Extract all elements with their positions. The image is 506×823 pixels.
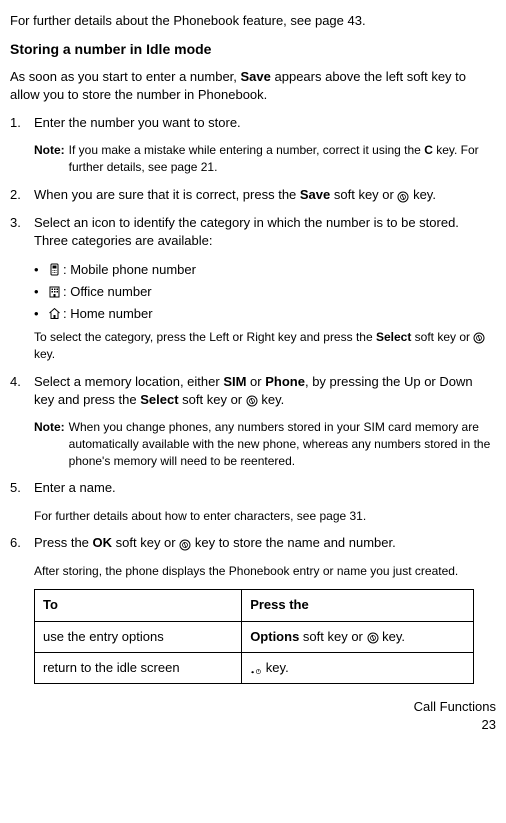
cell-text: key.	[262, 660, 289, 675]
table-cell: return to the idle screen	[35, 652, 242, 683]
i-key-icon	[397, 190, 409, 202]
step2-text-1: When you are sure that it is correct, pr…	[34, 187, 300, 202]
step-content: Enter the number you want to store.	[34, 114, 496, 132]
step-1: 1. Enter the number you want to store.	[10, 114, 496, 132]
note-body: If you make a mistake while entering a n…	[69, 142, 496, 176]
note-body: When you change phones, any numbers stor…	[69, 419, 496, 469]
bullet-home: • : Home number	[34, 305, 496, 323]
step4-bold-3: Select	[140, 392, 178, 407]
note-bold: C	[424, 143, 433, 157]
i-key-icon	[367, 631, 379, 643]
bullet-text: : Mobile phone number	[63, 261, 196, 279]
step-5: 5. Enter a name.	[10, 479, 496, 497]
select-text-1: To select the category, press the Left o…	[34, 330, 376, 344]
step4-text-5: key.	[258, 392, 285, 407]
office-building-icon	[48, 285, 61, 298]
section-heading: Storing a number in Idle mode	[10, 40, 496, 60]
note-label: Note:	[34, 419, 65, 469]
table-row: use the entry options Options soft key o…	[35, 621, 474, 652]
step-number: 2.	[10, 186, 34, 204]
bullet-marker: •	[34, 261, 48, 279]
select-instruction: To select the category, press the Left o…	[34, 329, 496, 363]
lead-bold: Save	[241, 69, 271, 84]
step-6: 6. Press the OK soft key or key to store…	[10, 534, 496, 552]
footer-page-number: 23	[10, 716, 496, 734]
step4-text-1: Select a memory location, either	[34, 374, 223, 389]
step-content: When you are sure that it is correct, pr…	[34, 186, 496, 204]
table-row: return to the idle screen key.	[35, 652, 474, 683]
table-cell: use the entry options	[35, 621, 242, 652]
step4-bold-1: SIM	[223, 374, 246, 389]
step-content: Select a memory location, either SIM or …	[34, 373, 496, 409]
note-1: Note: If you make a mistake while enteri…	[34, 142, 496, 176]
step4-bold-2: Phone	[265, 374, 305, 389]
end-call-icon	[250, 662, 262, 674]
step4-text-4: soft key or	[179, 392, 246, 407]
select-text-2: soft key or	[411, 330, 473, 344]
step-number: 6.	[10, 534, 34, 552]
cell-text-3: key.	[379, 629, 406, 644]
table-cell: Options soft key or key.	[242, 621, 474, 652]
home-icon	[48, 307, 61, 320]
step-2: 2. When you are sure that it is correct,…	[10, 186, 496, 204]
step6-text-2: soft key or	[112, 535, 179, 550]
lead-paragraph: As soon as you start to enter a number, …	[10, 68, 496, 104]
table-header-press: Press the	[242, 590, 474, 621]
step2-text-2: soft key or	[330, 187, 397, 202]
lead-text-1: As soon as you start to enter a number,	[10, 69, 241, 84]
step-3: 3. Select an icon to identify the catego…	[10, 214, 496, 250]
table-cell: key.	[242, 652, 474, 683]
step-content: Enter a name.	[34, 479, 496, 497]
cell-bold: Options	[250, 629, 299, 644]
i-key-icon	[473, 332, 485, 344]
intro-text: For further details about the Phonebook …	[10, 12, 496, 30]
select-bold: Select	[376, 330, 411, 344]
i-key-icon	[246, 394, 258, 406]
bullet-text: : Office number	[63, 283, 152, 301]
step-4: 4. Select a memory location, either SIM …	[10, 373, 496, 409]
step6-sub: After storing, the phone displays the Ph…	[34, 563, 496, 580]
i-key-icon	[179, 538, 191, 550]
step-number: 3.	[10, 214, 34, 250]
page-footer: Call Functions 23	[10, 698, 496, 734]
bullet-text: : Home number	[63, 305, 153, 323]
step2-text-3: key.	[409, 187, 436, 202]
step2-bold: Save	[300, 187, 330, 202]
mobile-phone-icon	[48, 263, 61, 276]
bullet-office: • : Office number	[34, 283, 496, 301]
step-content: Select an icon to identify the category …	[34, 214, 496, 250]
action-table: To Press the use the entry options Optio…	[34, 589, 474, 684]
step6-bold: OK	[93, 535, 113, 550]
bullet-marker: •	[34, 283, 48, 301]
bullet-mobile: • : Mobile phone number	[34, 261, 496, 279]
select-text-3: key.	[34, 347, 55, 361]
note-2: Note: When you change phones, any number…	[34, 419, 496, 469]
step-content: Press the OK soft key or key to store th…	[34, 534, 496, 552]
note-text-1: If you make a mistake while entering a n…	[69, 143, 425, 157]
step4-text-2: or	[246, 374, 265, 389]
step-number: 5.	[10, 479, 34, 497]
footer-section: Call Functions	[10, 698, 496, 716]
step-number: 1.	[10, 114, 34, 132]
bullet-marker: •	[34, 305, 48, 323]
note-label: Note:	[34, 142, 65, 176]
table-header-to: To	[35, 590, 242, 621]
step5-sub: For further details about how to enter c…	[34, 508, 496, 525]
step6-text-3: key to store the name and number.	[191, 535, 396, 550]
step6-text-1: Press the	[34, 535, 93, 550]
step-number: 4.	[10, 373, 34, 409]
cell-text-2: soft key or	[299, 629, 366, 644]
